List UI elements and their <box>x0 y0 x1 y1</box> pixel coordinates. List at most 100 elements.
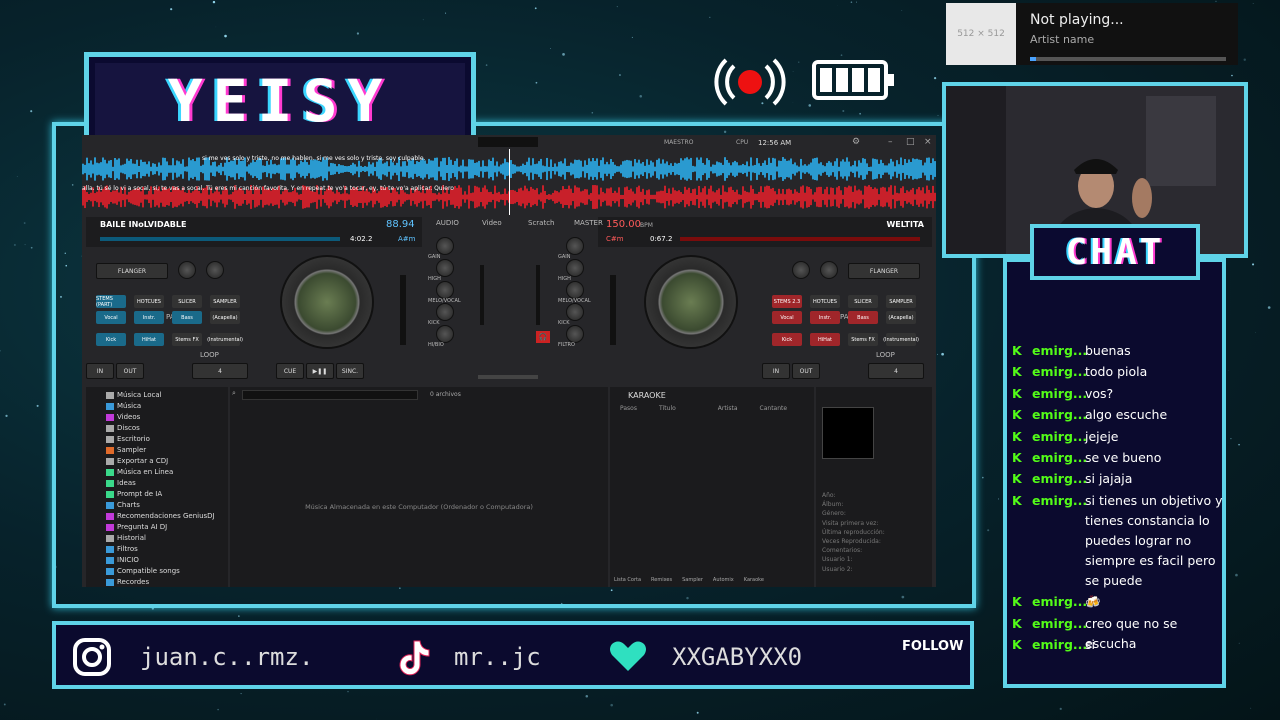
left-transport-button[interactable]: IN <box>86 363 114 379</box>
karaoke-column-header[interactable]: Pasos <box>620 405 637 412</box>
right-pad[interactable]: Stems FX <box>848 333 878 346</box>
browser-tree-item[interactable]: Discos <box>106 423 228 434</box>
left-loop-size[interactable]: 4 <box>192 363 248 379</box>
mixer-right-knob[interactable] <box>566 259 584 277</box>
right-pad[interactable]: Kick <box>772 333 802 346</box>
mixer-tab[interactable]: AUDIO <box>436 219 459 227</box>
left-pad-mode[interactable]: STEMS (PART) <box>96 295 126 308</box>
chat-username[interactable]: emirg... <box>1032 592 1087 612</box>
right-transport-button[interactable]: OUT <box>792 363 820 379</box>
deck-left-fx-knob-2[interactable] <box>206 261 224 279</box>
chat-username[interactable]: emirg... <box>1032 635 1087 655</box>
left-pad-mode[interactable]: HOTCUES <box>134 295 164 308</box>
headphone-cue-button[interactable]: 🎧 <box>536 331 550 343</box>
deck-right-fx-knob-2[interactable] <box>820 261 838 279</box>
right-transport-button[interactable]: IN <box>762 363 790 379</box>
left-pad[interactable]: HiHat <box>134 333 164 346</box>
left-pad[interactable]: Bass <box>172 311 202 324</box>
browser-tree-item[interactable]: Ideas <box>106 478 228 489</box>
browser-bottom-tab[interactable]: Remixes <box>651 577 672 583</box>
karaoke-column-header[interactable]: Cantante <box>760 405 788 412</box>
karaoke-column-header[interactable]: Artista <box>718 405 738 412</box>
left-pad[interactable]: Stems FX <box>172 333 202 346</box>
browser-tree-item[interactable]: Escritorio <box>106 434 228 445</box>
browser-tree-item[interactable]: Música <box>106 401 228 412</box>
crossfader[interactable] <box>478 375 538 379</box>
mixer-tab[interactable]: Video <box>482 219 502 227</box>
left-transport-button[interactable]: ▶❚❚ <box>306 363 334 379</box>
mixer-right-knob[interactable] <box>566 237 584 255</box>
chat-username[interactable]: emirg... <box>1032 448 1087 468</box>
browser-tree-item[interactable]: Historial <box>106 533 228 544</box>
minimize-icon[interactable]: – <box>888 137 893 147</box>
mixer-right-knob[interactable] <box>566 303 584 321</box>
karaoke-column-header[interactable]: Título <box>659 405 676 412</box>
left-transport-button[interactable]: SINC. <box>336 363 364 379</box>
right-pad[interactable]: HiHat <box>810 333 840 346</box>
deck-left-effect-select[interactable]: FLANGER <box>96 263 168 279</box>
mixer-left-knob[interactable] <box>436 281 454 299</box>
chat-username[interactable]: emirg... <box>1032 341 1087 361</box>
right-pad[interactable]: (Instrumental) <box>883 333 919 346</box>
maximize-icon[interactable]: □ <box>906 137 915 147</box>
left-pad-mode[interactable]: SAMPLER <box>210 295 240 308</box>
mixer-left-knob[interactable] <box>436 237 454 255</box>
left-transport-button[interactable]: CUE <box>276 363 304 379</box>
browser-bottom-tab[interactable]: Automix <box>713 577 734 583</box>
left-pad[interactable]: (Acapella) <box>210 311 240 324</box>
browser-tree-item[interactable]: Exportar a CDJ <box>106 456 228 467</box>
left-pad[interactable]: Instr. <box>134 311 164 324</box>
right-pad-mode[interactable]: HOTCUES <box>810 295 840 308</box>
search-input[interactable] <box>242 390 418 400</box>
browser-bottom-tab[interactable]: Karaoke <box>744 577 764 583</box>
chat-username[interactable]: emirg... <box>1032 405 1087 425</box>
browser-tree-item[interactable]: Prompt de IA <box>106 489 228 500</box>
volume-fader-right[interactable] <box>536 265 540 325</box>
deck-right-fx-knob-1[interactable] <box>792 261 810 279</box>
chat-username[interactable]: emirg... <box>1032 384 1087 404</box>
browser-tree-item[interactable]: Compatible songs <box>106 566 228 577</box>
deck-left-pitch-slider[interactable] <box>400 275 406 345</box>
deck-right-effect-select[interactable]: FLANGER <box>848 263 920 279</box>
left-pad-mode[interactable]: SLICER <box>172 295 202 308</box>
settings-icon[interactable]: ⚙ <box>852 137 860 147</box>
mixer-right-knob[interactable] <box>566 325 584 343</box>
mixer-tab[interactable]: Scratch <box>528 219 555 227</box>
browser-tree-item[interactable]: Videos <box>106 412 228 423</box>
deck-right-overview[interactable] <box>680 237 920 241</box>
left-pad[interactable]: (Instrumental) <box>207 333 243 346</box>
browser-bottom-tab[interactable]: Lista Corta <box>614 577 641 583</box>
right-pad-mode[interactable]: SLICER <box>848 295 878 308</box>
mixer-left-knob[interactable] <box>436 259 454 277</box>
right-pad[interactable]: Instr. <box>810 311 840 324</box>
browser-tree-item[interactable]: Recomendaciones GeniusDJ <box>106 511 228 522</box>
right-pad[interactable]: Vocal <box>772 311 802 324</box>
chat-username[interactable]: emirg... <box>1032 362 1087 382</box>
mixer-left-knob[interactable] <box>436 303 454 321</box>
layout-switch[interactable] <box>478 137 538 147</box>
browser-tree-item[interactable]: Música en Línea <box>106 467 228 478</box>
deck-left-jogwheel[interactable] <box>280 255 374 349</box>
browser-tree-item[interactable]: INICIO <box>106 555 228 566</box>
right-pad-mode[interactable]: SAMPLER <box>886 295 916 308</box>
chat-username[interactable]: emirg... <box>1032 491 1087 511</box>
browser-tree-item[interactable]: Recordes <box>106 577 228 587</box>
mixer-right-knob[interactable] <box>566 281 584 299</box>
left-transport-button[interactable]: OUT <box>116 363 144 379</box>
right-loop-size[interactable]: 4 <box>868 363 924 379</box>
browser-tree-item[interactable]: Sampler <box>106 445 228 456</box>
right-pad[interactable]: (Acapella) <box>886 311 916 324</box>
deck-right-jogwheel[interactable] <box>644 255 738 349</box>
browser-tree-item[interactable]: Música Local <box>106 390 228 401</box>
chat-username[interactable]: emirg... <box>1032 614 1087 634</box>
mixer-left-knob[interactable] <box>436 325 454 343</box>
left-pad[interactable]: Vocal <box>96 311 126 324</box>
deck-right-pitch-slider[interactable] <box>610 275 616 345</box>
left-pad[interactable]: Kick <box>96 333 126 346</box>
chat-username[interactable]: emirg... <box>1032 427 1087 447</box>
volume-fader-left[interactable] <box>480 265 484 325</box>
chat-username[interactable]: emirg... <box>1032 469 1087 489</box>
close-icon[interactable]: × <box>924 137 932 147</box>
right-pad-mode[interactable]: STEMS 2.3 <box>772 295 802 308</box>
browser-tree-item[interactable]: Pregunta AI DJ <box>106 522 228 533</box>
